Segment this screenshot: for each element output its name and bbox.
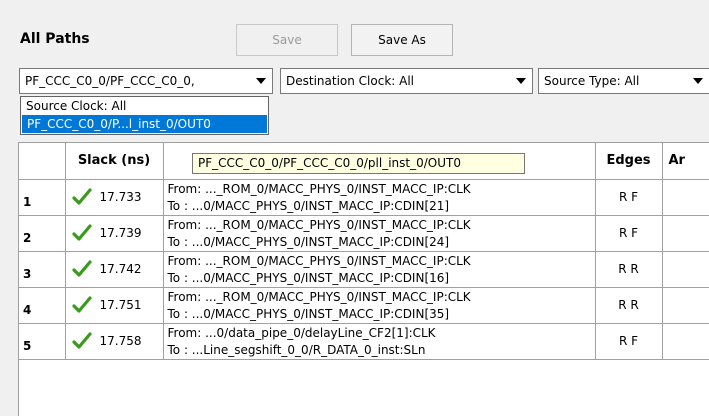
next-cell (662, 287, 709, 324)
next-cell (662, 215, 709, 252)
path-to: To : ...0/MACC_PHYS_0/INST_MACC_IP:CDIN[… (167, 271, 450, 285)
table-row[interactable]: 1 17.733 From: ..._ROM_0/MACC_PHYS_0/INS… (19, 179, 709, 216)
source-clock-select[interactable]: PF_CCC_C0_0/PF_CCC_C0_0, (19, 68, 273, 94)
source-type-value: Source Type: All (544, 74, 640, 88)
path-from: From: ..._ROM_0/MACC_PHYS_0/INST_MACC_IP… (167, 218, 471, 232)
save-button[interactable]: Save (236, 24, 338, 56)
green-checkmark-icon (71, 188, 92, 205)
chevron-down-icon (256, 78, 266, 84)
row-index: 4 (19, 287, 66, 324)
next-cell (662, 251, 709, 288)
table-row[interactable]: 4 17.751 From: ..._ROM_0/MACC_PHYS_0/INS… (19, 287, 709, 324)
green-checkmark-icon (71, 260, 92, 277)
column-header-edges[interactable]: Edges (595, 143, 663, 180)
row-index: 1 (19, 179, 66, 216)
table-row[interactable]: 3 17.742 From: ..._ROM_0/MACC_PHYS_0/INS… (19, 251, 709, 288)
panel-title: All Paths (20, 31, 90, 47)
column-header-next[interactable]: Ar (662, 143, 709, 180)
row-index: 3 (19, 251, 66, 288)
edges-value: R F (595, 215, 663, 252)
path-from: From: ..._ROM_0/MACC_PHYS_0/INST_MACC_IP… (167, 254, 471, 268)
paths-table: Slack (ns) Edges Ar 1 17.733 From: ..._R… (18, 142, 709, 416)
column-header-index[interactable] (19, 143, 66, 180)
path-to: To : ...Line_segshift_0_0/R_DATA_0_inst:… (167, 343, 426, 357)
table-row[interactable]: 2 17.739 From: ..._ROM_0/MACC_PHYS_0/INS… (19, 215, 709, 252)
edges-value: R R (595, 287, 663, 324)
edges-value: R R (595, 251, 663, 288)
slack-value: 17.751 (99, 298, 142, 312)
destination-clock-select[interactable]: Destination Clock: All (280, 68, 533, 94)
destination-clock-value: Destination Clock: All (286, 74, 415, 88)
path-to: To : ...0/MACC_PHYS_0/INST_MACC_IP:CDIN[… (167, 307, 450, 321)
green-checkmark-icon (71, 224, 92, 241)
table-row[interactable]: 5 17.758 From: ...0/data_pipe_0/delayLin… (19, 323, 709, 360)
green-checkmark-icon (71, 332, 92, 349)
path-from: From: ...0/data_pipe_0/delayLine_CF2[1]:… (167, 326, 436, 340)
path-to: To : ...0/MACC_PHYS_0/INST_MACC_IP:CDIN[… (167, 199, 450, 213)
source-type-select[interactable]: Source Type: All (538, 68, 709, 94)
slack-value: 17.733 (99, 190, 142, 204)
dropdown-option-pll-out0[interactable]: PF_CCC_C0_0/P...l_inst_0/OUT0 (22, 115, 267, 133)
edges-value: R F (595, 179, 663, 216)
row-index: 5 (19, 323, 66, 360)
green-checkmark-icon (71, 296, 92, 313)
edges-value: R F (595, 323, 663, 360)
save-as-button[interactable]: Save As (351, 24, 453, 56)
chevron-down-icon (516, 78, 526, 84)
path-to: To : ...0/MACC_PHYS_0/INST_MACC_IP:CDIN[… (167, 235, 450, 249)
next-cell (662, 323, 709, 360)
source-clock-value: PF_CCC_C0_0/PF_CCC_C0_0, (25, 74, 195, 88)
source-clock-dropdown-list: Source Clock: All PF_CCC_C0_0/P...l_inst… (20, 96, 269, 135)
slack-value: 17.742 (99, 262, 142, 276)
path-from: From: ..._ROM_0/MACC_PHYS_0/INST_MACC_IP… (167, 182, 471, 196)
column-header-slack[interactable]: Slack (ns) (65, 143, 164, 180)
path-from: From: ..._ROM_0/MACC_PHYS_0/INST_MACC_IP… (167, 290, 471, 304)
row-index: 2 (19, 215, 66, 252)
dropdown-option-source-clock-all[interactable]: Source Clock: All (21, 97, 268, 115)
next-cell (662, 179, 709, 216)
slack-value: 17.739 (99, 226, 142, 240)
chevron-down-icon (693, 78, 703, 84)
clock-tooltip: PF_CCC_C0_0/PF_CCC_C0_0/pll_inst_0/OUT0 (192, 153, 525, 174)
slack-value: 17.758 (99, 334, 142, 348)
